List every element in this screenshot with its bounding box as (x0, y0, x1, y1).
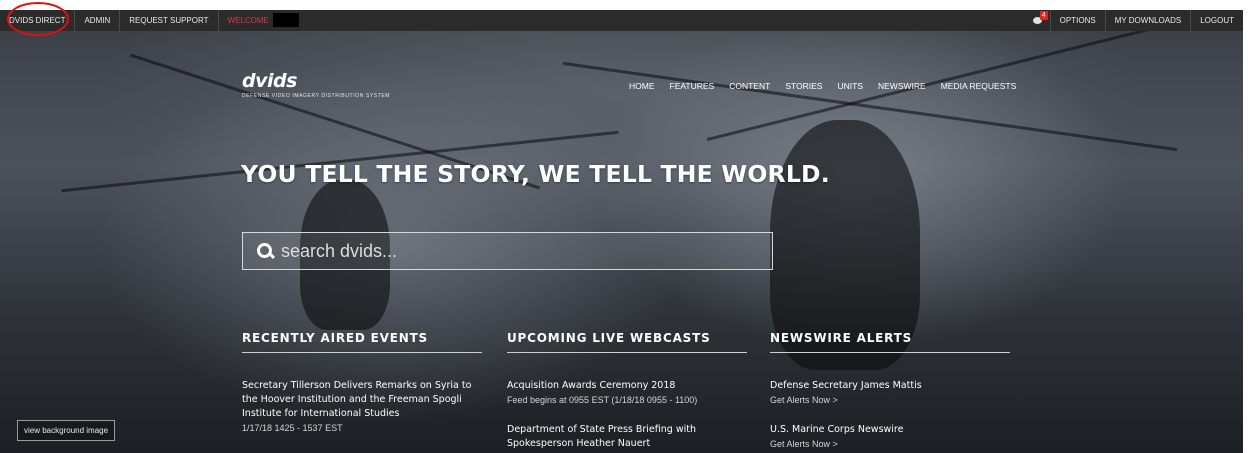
nav-newswire[interactable]: NEWSWIRE (878, 81, 926, 91)
nav-home[interactable]: HOME (629, 81, 655, 91)
welcome-label: WELCOME (219, 10, 273, 31)
event-title: Secretary Tillerson Delivers Remarks on … (242, 380, 472, 419)
recently-aired-title: RECENTLY AIRED EVENTS (242, 331, 482, 353)
list-item[interactable]: Secretary Tillerson Delivers Remarks on … (242, 379, 482, 435)
admin-link[interactable]: ADMIN (75, 10, 121, 31)
admin-topbar: DVIDS DIRECT ADMIN REQUEST SUPPORT WELCO… (0, 10, 1243, 31)
nav-units[interactable]: UNITS (837, 81, 863, 91)
my-downloads-link[interactable]: MY DOWNLOADS (1104, 10, 1191, 31)
search-box[interactable] (242, 232, 773, 270)
page-frame: DVIDS DIRECT ADMIN REQUEST SUPPORT WELCO… (0, 10, 1243, 453)
hero-tagline: YOU TELL THE STORY, WE TELL THE WORLD. (241, 160, 830, 188)
notification-count-badge: 4 (1039, 11, 1048, 20)
welcome-text: WELCOME (227, 16, 269, 25)
list-item[interactable]: Acquisition Awards Ceremony 2018 Feed be… (507, 379, 747, 407)
search-icon (257, 243, 273, 259)
logo-tagline: Defense Video Imagery Distribution Syste… (242, 93, 391, 99)
newswire-alerts-column: NEWSWIRE ALERTS Defense Secretary James … (770, 331, 1010, 453)
get-alerts-link[interactable]: Get Alerts Now > (770, 437, 1010, 451)
main-nav: HOME FEATURES CONTENT STORIES UNITS NEWS… (629, 81, 1031, 91)
list-item[interactable]: Department of State Press Briefing with … (507, 423, 747, 451)
webcast-time: Feed begins at 0955 EST (1/18/18 0955 - … (507, 395, 698, 405)
request-support-link[interactable]: REQUEST SUPPORT (120, 10, 219, 31)
nav-media-requests[interactable]: MEDIA REQUESTS (941, 81, 1017, 91)
newswire-title: Defense Secretary James Mattis (770, 380, 922, 391)
webcast-title: Acquisition Awards Ceremony 2018 (507, 380, 676, 391)
list-item[interactable]: Defense Secretary James Mattis Get Alert… (770, 379, 1010, 407)
get-alerts-link[interactable]: Get Alerts Now > (770, 393, 1010, 407)
annotation-highlight-circle (7, 2, 69, 36)
upcoming-webcasts-title: UPCOMING LIVE WEBCASTS (507, 331, 747, 353)
recently-aired-column: RECENTLY AIRED EVENTS Secretary Tillerso… (242, 331, 482, 446)
newswire-alerts-title: NEWSWIRE ALERTS (770, 331, 1010, 353)
search-input[interactable] (281, 240, 761, 262)
nav-content[interactable]: CONTENT (729, 81, 770, 91)
logout-link[interactable]: LOGOUT (1190, 10, 1243, 31)
event-time: 1/17/18 1425 - 1537 EST (242, 423, 343, 433)
logo-wordmark: dvids (242, 70, 297, 92)
upcoming-webcasts-column: UPCOMING LIVE WEBCASTS Acquisition Award… (507, 331, 747, 453)
webcast-title: Department of State Press Briefing with … (507, 424, 696, 449)
nav-features[interactable]: FEATURES (670, 81, 715, 91)
newswire-title: U.S. Marine Corps Newswire (770, 424, 904, 435)
redacted-username (272, 13, 299, 27)
notifications-button[interactable]: 4 (1025, 10, 1050, 31)
topbar-right-group: OPTIONS MY DOWNLOADS LOGOUT (1049, 10, 1243, 31)
view-background-button[interactable]: view background image (17, 420, 116, 441)
nav-stories[interactable]: STORIES (785, 81, 822, 91)
options-link[interactable]: OPTIONS (1049, 10, 1105, 31)
dvids-logo[interactable]: dvids Defense Video Imagery Distribution… (242, 70, 391, 100)
list-item[interactable]: U.S. Marine Corps Newswire Get Alerts No… (770, 423, 1010, 451)
